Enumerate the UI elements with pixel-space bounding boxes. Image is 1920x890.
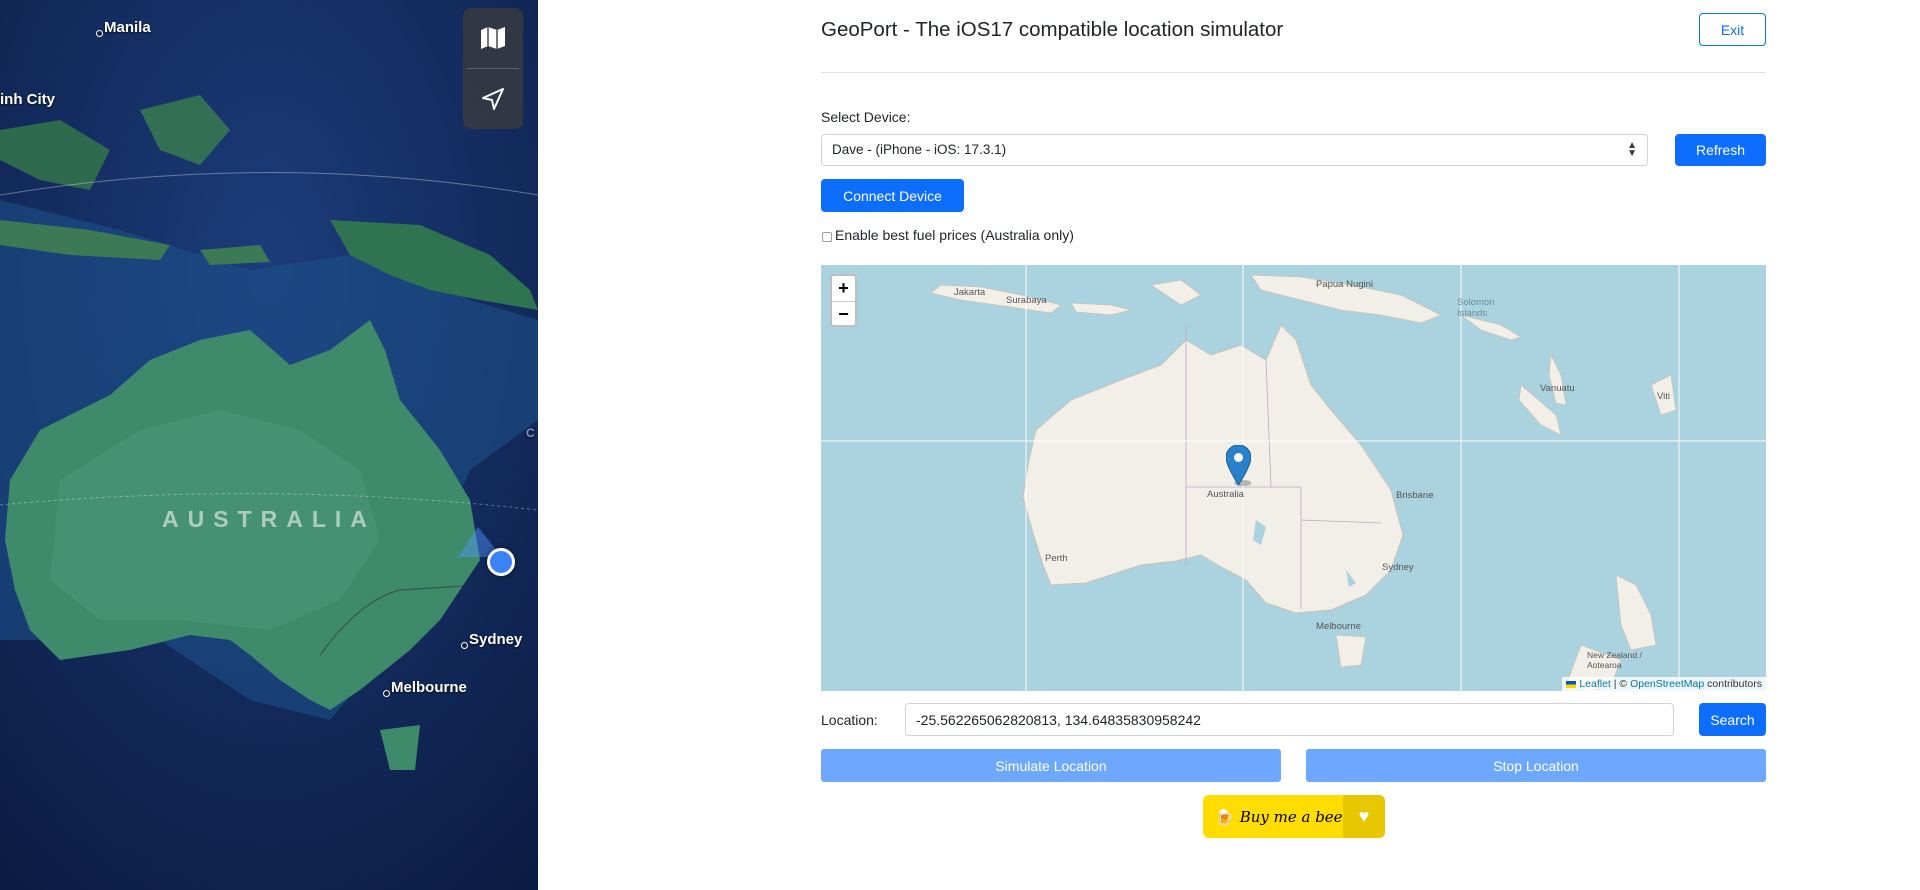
map-label-perth: Perth bbox=[1045, 553, 1068, 564]
map-label-surabaya: Surabaya bbox=[1006, 295, 1047, 306]
page-title: GeoPort - The iOS17 compatible location … bbox=[821, 18, 1284, 41]
select-device-label: Select Device: bbox=[821, 109, 911, 125]
select-caret-icon: ▲ ▼ bbox=[1627, 140, 1637, 159]
edge-label: C bbox=[526, 426, 535, 440]
map-label-sydney: Sydney bbox=[1382, 562, 1414, 573]
satellite-map[interactable]: Manila inh City Sydney Melbourne C AUSTR… bbox=[0, 0, 538, 890]
zoom-out-button[interactable]: − bbox=[832, 301, 855, 326]
leaflet-map-tiles bbox=[821, 265, 1766, 691]
buy-me-a-beer-button[interactable]: 🍺 Buy me a beer ♥ bbox=[1203, 795, 1385, 838]
map-label-solomon: Solomon Islands bbox=[1457, 297, 1495, 319]
ukraine-flag-icon bbox=[1566, 680, 1577, 688]
map-mode-button[interactable] bbox=[463, 8, 523, 68]
map-label-papua: Papua Nugini bbox=[1316, 279, 1374, 290]
exit-button[interactable]: Exit bbox=[1699, 13, 1766, 46]
heart-icon: ♥ bbox=[1343, 795, 1385, 838]
device-select[interactable]: Dave - (iPhone - iOS: 17.3.1) ▲ ▼ bbox=[821, 134, 1648, 166]
city-label-manila: Manila bbox=[104, 19, 151, 36]
city-label-ho-chi-minh: inh City bbox=[0, 91, 55, 108]
leaflet-link[interactable]: Leaflet bbox=[1579, 678, 1611, 690]
header-divider bbox=[821, 72, 1766, 73]
refresh-button[interactable]: Refresh bbox=[1675, 134, 1766, 166]
location-label: Location: bbox=[821, 712, 878, 728]
stop-location-button[interactable]: Stop Location bbox=[1306, 749, 1766, 782]
locate-button[interactable] bbox=[463, 69, 523, 129]
location-marker-icon[interactable] bbox=[1226, 445, 1251, 486]
connect-device-button[interactable]: Connect Device bbox=[821, 179, 964, 212]
city-label-sydney: Sydney bbox=[469, 631, 523, 648]
map-label-new-zealand: New Zealand / Aotearoa bbox=[1587, 650, 1642, 670]
fuel-prices-label[interactable]: Enable best fuel prices (Australia only) bbox=[835, 227, 1074, 243]
zoom-control: + − bbox=[830, 274, 857, 327]
beer-label: Buy me a beer bbox=[1239, 807, 1350, 826]
map-label-jakarta: Jakarta bbox=[954, 287, 986, 298]
location-input[interactable]: -25.562265062820813, 134.64835830958242 bbox=[905, 703, 1674, 736]
satellite-map-imagery bbox=[0, 0, 538, 890]
attribution-separator: | © bbox=[1610, 678, 1631, 690]
city-dot-manila bbox=[96, 30, 103, 37]
search-button[interactable]: Search bbox=[1699, 703, 1766, 736]
map-controls bbox=[463, 8, 523, 129]
osm-link[interactable]: OpenStreetMap bbox=[1630, 678, 1704, 690]
city-dot-sydney bbox=[461, 642, 468, 649]
city-dot-melbourne bbox=[383, 690, 390, 697]
leaflet-map[interactable]: Jakarta Surabaya Papua Nugini Solomon Is… bbox=[821, 265, 1766, 691]
simulate-location-button[interactable]: Simulate Location bbox=[821, 749, 1281, 782]
map-attribution: Leaflet | © OpenStreetMap contributors bbox=[1562, 677, 1766, 691]
map-label-brisbane: Brisbane bbox=[1396, 490, 1434, 501]
beer-icon: 🍺 bbox=[1215, 808, 1234, 826]
attribution-contributors: contributors bbox=[1704, 678, 1762, 690]
zoom-in-button[interactable]: + bbox=[832, 276, 855, 301]
location-arrow-icon bbox=[482, 88, 504, 110]
device-select-value: Dave - (iPhone - iOS: 17.3.1) bbox=[832, 142, 1007, 157]
map-label-fiji: Viti bbox=[1657, 391, 1671, 402]
city-label-melbourne: Melbourne bbox=[391, 679, 467, 696]
current-location-dot bbox=[487, 548, 515, 576]
map-icon bbox=[481, 27, 505, 49]
map-label-australia: Australia bbox=[1207, 489, 1244, 500]
map-label-melbourne: Melbourne bbox=[1316, 621, 1361, 632]
fuel-prices-checkbox[interactable] bbox=[822, 232, 832, 242]
map-label-vanuatu: Vanuatu bbox=[1540, 383, 1575, 394]
country-label-australia: AUSTRALIA bbox=[162, 506, 376, 532]
